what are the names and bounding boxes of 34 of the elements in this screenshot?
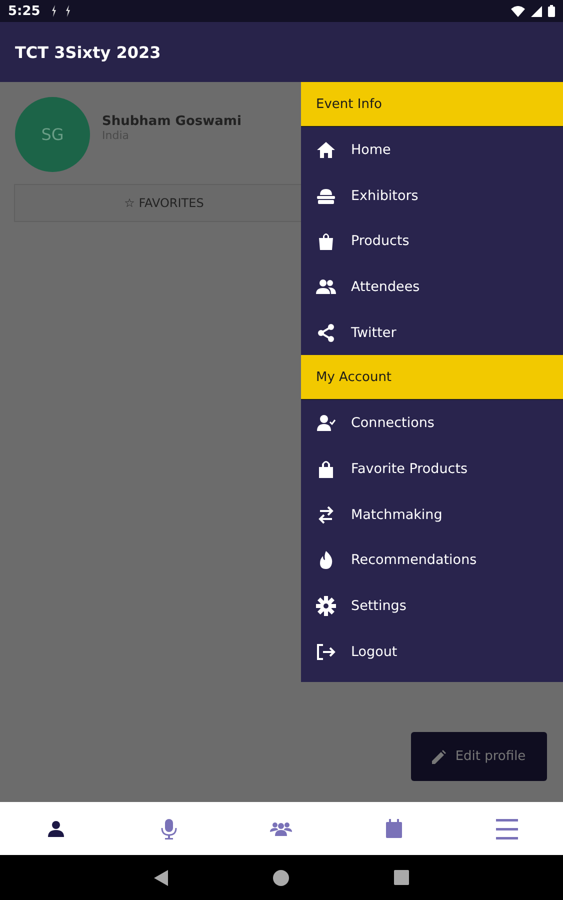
menu-item[interactable]: Home [301, 127, 563, 173]
share-icon [316, 322, 336, 343]
section-header: My Account [301, 355, 563, 400]
status-time: 5:25 [8, 4, 40, 18]
menu-item[interactable]: Attendees [301, 264, 563, 310]
edit-profile-button[interactable]: Edit profile [411, 732, 547, 781]
profile-name: Shubham Goswami [102, 114, 242, 128]
signal-icon [531, 6, 542, 16]
home-icon[interactable] [273, 870, 289, 886]
wifi-icon [511, 6, 525, 16]
menu-item[interactable]: Settings [301, 583, 563, 629]
menu-item[interactable]: Favorite Products [301, 446, 563, 492]
back-icon[interactable] [154, 870, 168, 886]
pencil-icon [432, 750, 446, 764]
app-title: TCT 3Sixty 2023 [15, 42, 161, 62]
swap-icon [316, 504, 336, 525]
menu-icon [494, 816, 519, 840]
bag-icon [316, 231, 336, 252]
home-icon [316, 140, 336, 160]
menu-item[interactable]: Matchmaking [301, 492, 563, 538]
notification-icon [50, 5, 58, 17]
gear-icon [316, 596, 336, 616]
people-icon [316, 276, 336, 297]
avatar: SG [15, 97, 90, 172]
menu-item[interactable]: Recommendations [301, 538, 563, 584]
menu-item[interactable]: Connections [301, 400, 563, 446]
lock-bag-icon [316, 458, 336, 479]
logout-icon [316, 642, 336, 662]
user-check-icon [316, 413, 336, 434]
section-header: Event Info [301, 82, 563, 127]
battery-icon [548, 5, 555, 17]
menu-item[interactable]: Twitter [301, 310, 563, 356]
menu-item[interactable]: Logout [301, 628, 563, 675]
notification-icon [64, 5, 72, 17]
